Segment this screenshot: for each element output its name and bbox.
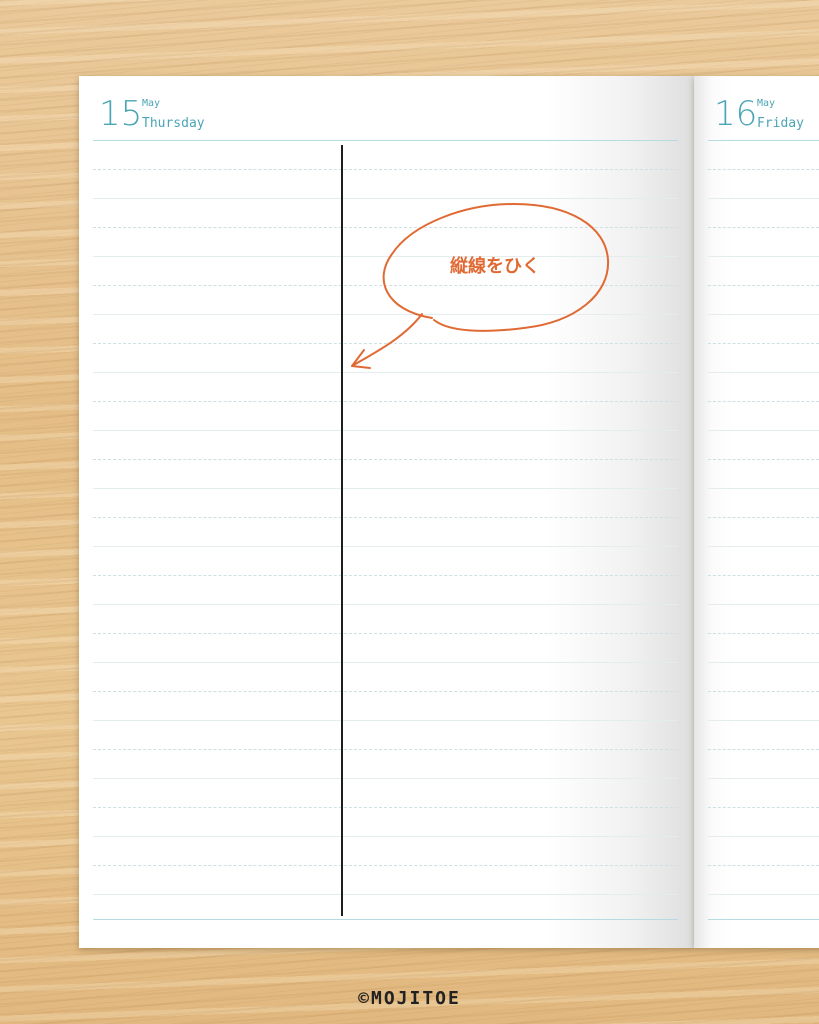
- header-rule-right: [708, 140, 819, 141]
- ruled-line: [93, 517, 678, 518]
- ruled-line: [708, 720, 819, 721]
- day-number: 15: [99, 94, 143, 134]
- ruled-line: [93, 169, 678, 170]
- ruled-line: [708, 285, 819, 286]
- ruled-line: [708, 343, 819, 344]
- ruled-line: [708, 517, 819, 518]
- ruled-line: [93, 430, 678, 431]
- ruled-line: [708, 894, 819, 895]
- ruled-line: [708, 836, 819, 837]
- ruled-line: [708, 662, 819, 663]
- ruled-line: [93, 807, 678, 808]
- ruled-line: [708, 227, 819, 228]
- ruled-line: [708, 459, 819, 460]
- ruled-line: [708, 604, 819, 605]
- ruled-line: [708, 575, 819, 576]
- weekday-label: Friday: [757, 116, 804, 131]
- ruled-line: [93, 720, 678, 721]
- vertical-divider-line: [341, 145, 343, 916]
- ruled-line: [708, 691, 819, 692]
- header-rule-left: [93, 140, 678, 141]
- ruled-line: [708, 401, 819, 402]
- ruled-line: [93, 604, 678, 605]
- ruled-line: [708, 807, 819, 808]
- ruled-line: [93, 778, 678, 779]
- ruled-line: [93, 865, 678, 866]
- ruled-line: [708, 430, 819, 431]
- ruled-line: [708, 749, 819, 750]
- ruled-line: [93, 546, 678, 547]
- ruled-line: [93, 749, 678, 750]
- ruled-line: [708, 169, 819, 170]
- ruled-line: [708, 546, 819, 547]
- ruled-line: [708, 865, 819, 866]
- ruled-line: [93, 633, 678, 634]
- ruled-line: [708, 198, 819, 199]
- ruled-line: [93, 691, 678, 692]
- month-label: May: [142, 98, 161, 109]
- ruled-line: [708, 314, 819, 315]
- ruled-line: [93, 662, 678, 663]
- day-number: 16: [714, 94, 758, 134]
- ruled-line: [93, 459, 678, 460]
- speech-bubble: [351, 202, 610, 369]
- ruled-line: [708, 372, 819, 373]
- callout-text: 縦線をひく: [450, 256, 540, 277]
- arrow-head-icon: [351, 349, 371, 369]
- ruled-line: [708, 778, 819, 779]
- weekday-label: Thursday: [142, 116, 205, 131]
- ruled-line: [708, 633, 819, 634]
- planner-page-right: 16 May Friday: [694, 76, 819, 948]
- ruled-line: [93, 836, 678, 837]
- footer-rule-left: [93, 919, 678, 920]
- ruled-line: [93, 372, 678, 373]
- bubble-tail: [351, 313, 423, 367]
- ruled-line: [708, 256, 819, 257]
- copyright-logo: ©MOJITOE: [358, 988, 461, 1009]
- ruled-line: [93, 488, 678, 489]
- ruled-line: [708, 488, 819, 489]
- ruled-line: [93, 401, 678, 402]
- ruled-line: [93, 575, 678, 576]
- footer-rule-right: [708, 919, 819, 920]
- ruled-line: [93, 894, 678, 895]
- month-label: May: [757, 98, 776, 109]
